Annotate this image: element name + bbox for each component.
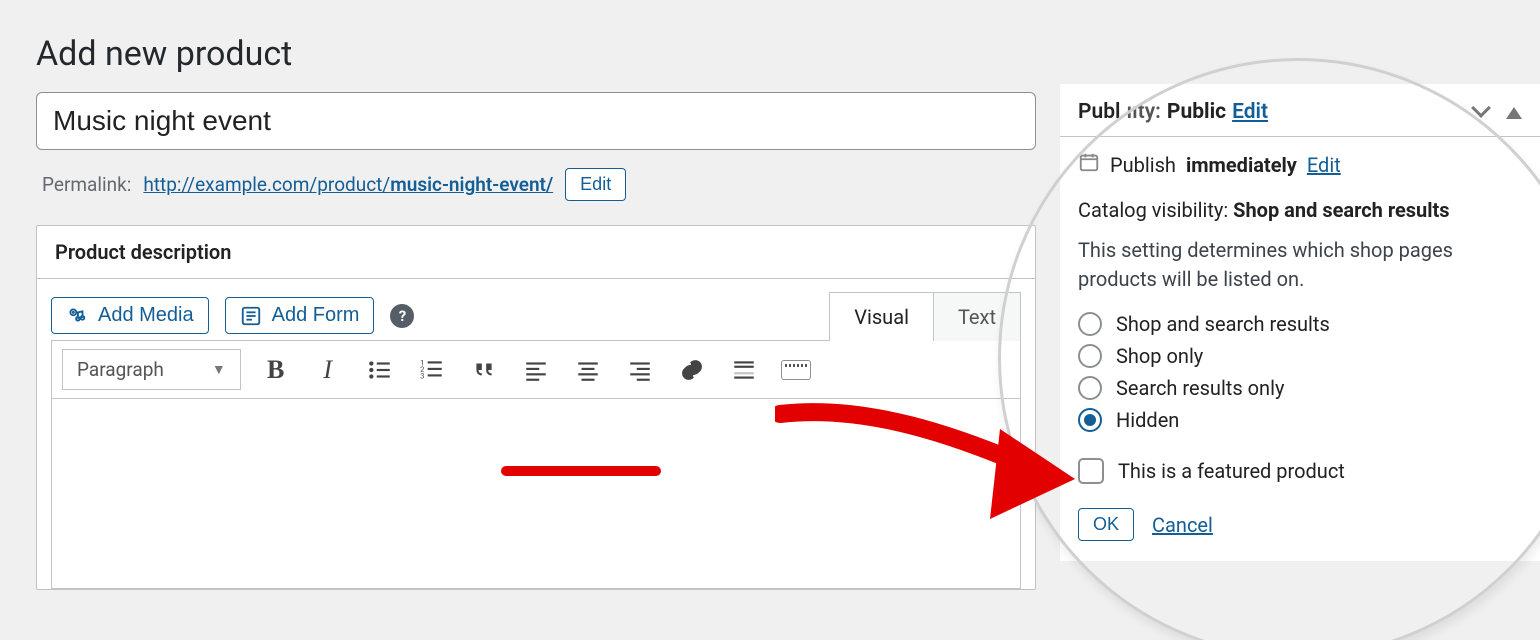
camera-music-icon (66, 305, 88, 327)
permalink-link[interactable]: http://example.com/product/music-night-e… (143, 173, 553, 196)
add-form-button[interactable]: Add Form (225, 297, 375, 334)
add-form-label: Add Form (272, 304, 360, 327)
align-left-button[interactable] (519, 353, 553, 387)
editor-toolbar: Paragraph ▼ B I 123 (51, 340, 1021, 399)
featured-product-checkbox-row[interactable]: This is a featured product (1078, 458, 1522, 484)
annotation-underline (501, 466, 661, 476)
cancel-link[interactable]: Cancel (1152, 513, 1213, 537)
tab-visual[interactable]: Visual (829, 292, 934, 341)
description-header: Product description (55, 240, 231, 264)
page-title: Add new product (36, 34, 1504, 74)
radio-label: Hidden (1116, 408, 1179, 432)
panel-chevron-icon[interactable] (1474, 100, 1488, 124)
catalog-visibility-option[interactable]: Search results only (1078, 376, 1522, 400)
radio-label: Shop and search results (1116, 312, 1330, 336)
svg-text:3: 3 (420, 371, 424, 380)
form-icon (240, 305, 262, 327)
toolbar-toggle-button[interactable] (779, 353, 813, 387)
catalog-visibility-option[interactable]: Hidden (1078, 408, 1522, 432)
calendar-icon (1078, 151, 1100, 178)
tab-text[interactable]: Text (933, 292, 1021, 341)
help-icon[interactable]: ? (390, 304, 414, 328)
catalog-visibility-value: Shop and search results (1233, 198, 1449, 222)
schedule-value: immediately (1186, 153, 1297, 177)
featured-product-checkbox[interactable] (1078, 458, 1104, 484)
blockquote-button[interactable] (467, 353, 501, 387)
ok-button[interactable]: OK (1078, 508, 1134, 541)
permalink-label: Permalink: (42, 173, 131, 196)
radio-icon[interactable] (1078, 376, 1102, 400)
radio-icon[interactable] (1078, 344, 1102, 368)
catalog-visibility-option[interactable]: Shop and search results (1078, 312, 1522, 336)
permalink-base: http://example.com/product/ (143, 173, 390, 196)
add-media-label: Add Media (98, 304, 194, 327)
visibility-value: Public (1167, 100, 1226, 124)
align-right-button[interactable] (623, 353, 657, 387)
read-more-button[interactable] (727, 353, 761, 387)
visibility-label-fragment: ııty: (1126, 100, 1160, 124)
catalog-visibility-option[interactable]: Shop only (1078, 344, 1522, 368)
permalink-slug: music-night-event/ (390, 173, 553, 196)
format-select-label: Paragraph (77, 358, 164, 381)
publish-panel-title-fragment: Publ (1078, 100, 1120, 124)
schedule-prefix: Publish (1110, 153, 1176, 177)
permalink-row: Permalink: http://example.com/product/mu… (42, 168, 1036, 201)
numbered-list-button[interactable]: 123 (415, 353, 449, 387)
catalog-visibility-description: This setting determines which shop pages… (1078, 236, 1522, 294)
radio-icon[interactable] (1078, 312, 1102, 336)
catalog-visibility-label: Catalog visibility: (1078, 198, 1228, 222)
product-title-input[interactable] (36, 92, 1036, 150)
product-description-box: Product description Add Media (36, 225, 1036, 590)
align-center-button[interactable] (571, 353, 605, 387)
italic-button[interactable]: I (311, 353, 345, 387)
format-select[interactable]: Paragraph ▼ (62, 349, 241, 390)
panel-collapse-icon[interactable] (1506, 100, 1522, 124)
radio-label: Search results only (1116, 376, 1284, 400)
insert-link-button[interactable] (675, 353, 709, 387)
chevron-down-icon: ▼ (212, 361, 226, 378)
edit-permalink-button[interactable]: Edit (565, 168, 626, 201)
bold-button[interactable]: B (259, 353, 293, 387)
radio-icon[interactable] (1078, 408, 1102, 432)
schedule-edit-link[interactable]: Edit (1307, 153, 1341, 177)
radio-label: Shop only (1116, 344, 1203, 368)
editor-canvas[interactable] (51, 399, 1021, 589)
publish-panel: Publ ııty: Public Edit Publish immediate… (1060, 84, 1540, 561)
add-media-button[interactable]: Add Media (51, 297, 209, 334)
featured-product-label: This is a featured product (1118, 459, 1345, 483)
bullet-list-button[interactable] (363, 353, 397, 387)
visibility-edit-link[interactable]: Edit (1232, 100, 1268, 124)
